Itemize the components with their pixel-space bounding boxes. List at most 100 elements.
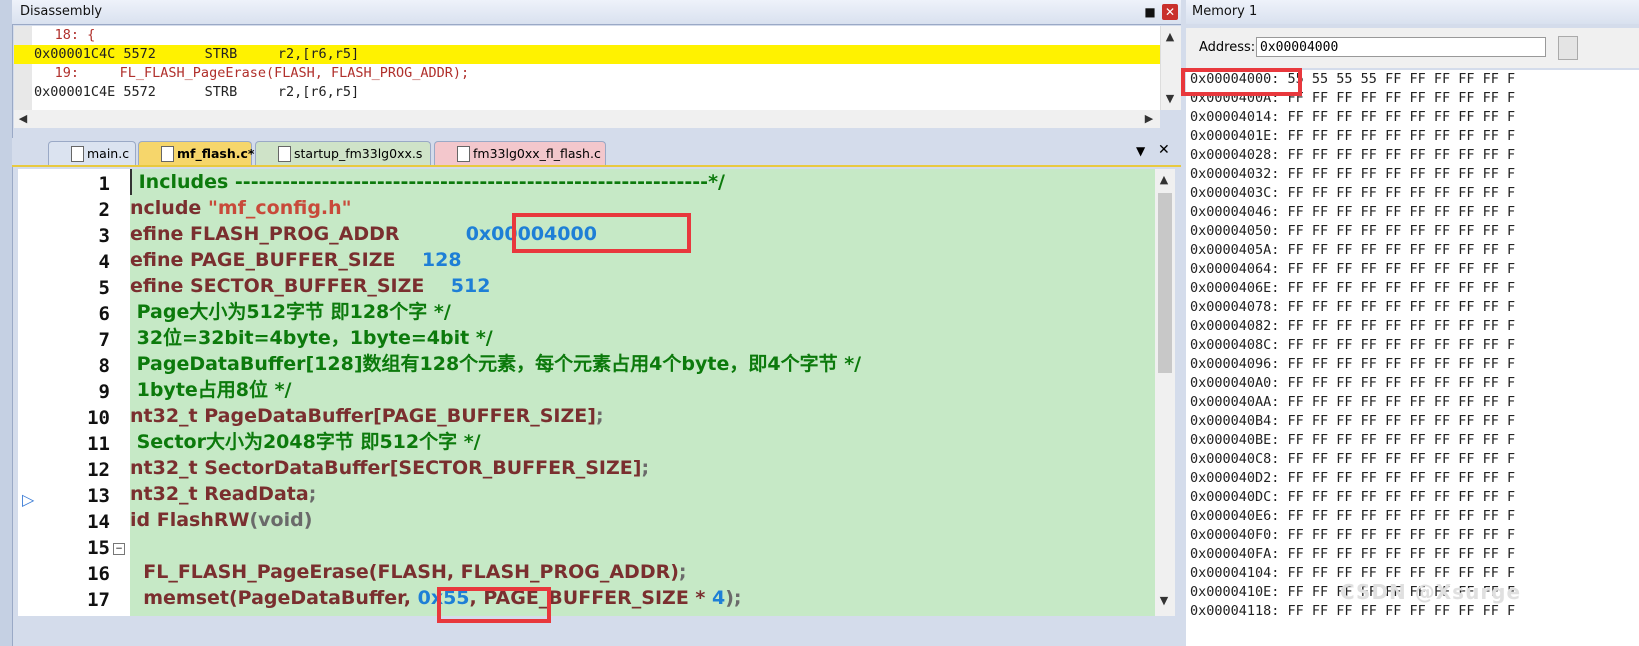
tab-main-c[interactable]: main.c xyxy=(48,141,136,165)
code-token: (void) xyxy=(249,509,313,531)
line-number: 9 xyxy=(98,381,110,403)
memory-row[interactable]: 0x000040D2: FF FF FF FF FF FF FF FF FF F xyxy=(1190,469,1515,488)
code-token: ; xyxy=(595,405,604,427)
editor-vertical-scrollbar[interactable]: ▲ ▼ xyxy=(1155,169,1175,616)
memory-row[interactable]: 0x000040F0: FF FF FF FF FF FF FF FF FF F xyxy=(1190,526,1515,545)
code-line-16[interactable]: FL_FLASH_PageErase(FLASH, FLASH_PROG_ADD… xyxy=(130,559,686,585)
memory-row[interactable]: 0x000040B4: FF FF FF FF FF FF FF FF FF F xyxy=(1190,412,1515,431)
memory-row[interactable]: 0x0000405A: FF FF FF FF FF FF FF FF FF F xyxy=(1190,241,1515,260)
current-line-marker-icon: ▷ xyxy=(22,490,35,509)
memory-row[interactable]: 0x000040BE: FF FF FF FF FF FF FF FF FF F xyxy=(1190,431,1515,450)
memory-row[interactable]: 0x00004096: FF FF FF FF FF FF FF FF FF F xyxy=(1190,355,1515,374)
scroll-down-icon[interactable]: ▼ xyxy=(1155,594,1173,607)
disassembly-source-line[interactable]: 18: { xyxy=(14,26,1160,45)
memory-view[interactable]: 0x00004000: 55 55 55 55 FF FF FF FF FF F… xyxy=(1186,70,1639,646)
memory-row[interactable]: 0x00004078: FF FF FF FF FF FF FF FF FF F xyxy=(1190,298,1515,317)
code-line-2[interactable]: nclude "mf_config.h" xyxy=(130,195,352,221)
memory-row[interactable]: 0x00004050: FF FF FF FF FF FF FF FF FF F xyxy=(1190,222,1515,241)
tab-close-icon[interactable]: ✕ xyxy=(1158,142,1170,158)
code-line-5[interactable]: efine SECTOR_BUFFER_SIZE 512 xyxy=(130,273,490,299)
annotation-box-fill-value xyxy=(437,587,551,623)
line-number: 4 xyxy=(98,251,110,273)
code-line-7[interactable]: 32位=32bit=4byte，1byte=4bit */ xyxy=(130,325,493,351)
line-number: 3 xyxy=(98,225,110,247)
line-number: 10 xyxy=(87,407,110,429)
scrollbar-thumb[interactable] xyxy=(1158,193,1172,373)
disassembly-asm-line[interactable]: 0x00001C4E 5572 STRB r2,[r6,r5] xyxy=(14,83,1160,102)
disassembly-source-line[interactable]: 19: FL_FLASH_PageErase(FLASH, FLASH_PROG… xyxy=(14,64,1160,83)
scroll-down-icon[interactable]: ▼ xyxy=(1161,92,1179,105)
memory-row[interactable]: 0x000040DC: FF FF FF FF FF FF FF FF FF F xyxy=(1190,488,1515,507)
code-token: ; xyxy=(641,457,650,479)
line-number: 14 xyxy=(87,511,110,533)
scroll-left-icon[interactable]: ◀ xyxy=(14,112,32,125)
disassembly-title-bar: Disassembly ■ ✕ xyxy=(12,0,1181,25)
code-token: ); xyxy=(725,587,742,609)
line-number: 6 xyxy=(98,303,110,325)
memory-row[interactable]: 0x00004028: FF FF FF FF FF FF FF FF FF F xyxy=(1190,146,1515,165)
code-token: "mf_config.h" xyxy=(207,197,352,219)
scroll-up-icon[interactable]: ▲ xyxy=(1155,173,1173,186)
address-input[interactable]: 0x00004000 xyxy=(1256,37,1546,57)
code-line-4[interactable]: efine PAGE_BUFFER_SIZE 128 xyxy=(130,247,462,273)
memory-title: Memory 1 xyxy=(1192,4,1258,19)
tab-dropdown-icon[interactable]: ▼ xyxy=(1136,144,1145,158)
tab-mf-flash-c[interactable]: mf_flash.c* xyxy=(138,141,255,165)
line-number: 7 xyxy=(98,329,110,351)
code-line-8[interactable]: PageDataBuffer[128]数组有128个元素，每个元素占用4个byt… xyxy=(130,351,861,377)
address-go-button[interactable] xyxy=(1558,36,1578,60)
code-token: FL_FLASH_PageErase(FLASH, FLASH_PROG_ADD… xyxy=(130,561,679,583)
memory-row[interactable]: 0x000040C8: FF FF FF FF FF FF FF FF FF F xyxy=(1190,450,1515,469)
memory-row[interactable]: 0x000040FA: FF FF FF FF FF FF FF FF FF F xyxy=(1190,545,1515,564)
disassembly-horizontal-scrollbar[interactable]: ◀ ▶ xyxy=(14,110,1160,128)
tab-label: fm33lg0xx_fl_flash.c xyxy=(473,146,601,161)
code-line-1[interactable]: Includes -------------------------------… xyxy=(130,169,1152,195)
file-icon xyxy=(457,146,470,162)
code-token: 128 xyxy=(421,249,462,271)
memory-row[interactable]: 0x0000403C: FF FF FF FF FF FF FF FF FF F xyxy=(1190,184,1515,203)
fold-toggle-icon[interactable]: − xyxy=(113,543,125,555)
watermark: CSDN @Xsurge xyxy=(1340,580,1522,604)
code-token: nt32_t ReadData xyxy=(130,483,309,505)
code-token: efine PAGE_BUFFER_SIZE xyxy=(130,249,422,271)
scroll-up-icon[interactable]: ▲ xyxy=(1161,30,1179,43)
disassembly-vertical-scrollbar[interactable]: ▲ ▼ xyxy=(1160,26,1181,110)
memory-row[interactable]: 0x000040E6: FF FF FF FF FF FF FF FF FF F xyxy=(1190,507,1515,526)
memory-row[interactable]: 0x0000401E: FF FF FF FF FF FF FF FF FF F xyxy=(1190,127,1515,146)
disassembly-close-icon[interactable]: ✕ xyxy=(1162,4,1178,20)
code-line-9[interactable]: 1byte占用8位 */ xyxy=(130,377,292,403)
tab-label: mf_flash.c* xyxy=(177,146,255,161)
memory-row[interactable]: 0x000040A0: FF FF FF FF FF FF FF FF FF F xyxy=(1190,374,1515,393)
memory-row[interactable]: 0x0000408C: FF FF FF FF FF FF FF FF FF F xyxy=(1190,336,1515,355)
code-line-10[interactable]: nt32_t PageDataBuffer[PAGE_BUFFER_SIZE]; xyxy=(130,403,604,429)
code-line-13[interactable]: nt32_t ReadData; xyxy=(130,481,316,507)
file-icon xyxy=(161,146,174,162)
code-token: 4 xyxy=(711,587,726,609)
memory-row[interactable]: 0x00004014: FF FF FF FF FF FF FF FF FF F xyxy=(1190,108,1515,127)
code-token: ; xyxy=(308,483,317,505)
code-line-14[interactable]: id FlashRW(void) xyxy=(130,507,312,533)
disassembly-current-line[interactable]: 0x00001C4C 5572 STRB r2,[r6,r5] xyxy=(14,45,1160,64)
tab-fm33lg0xx-fl-flash-c[interactable]: fm33lg0xx_fl_flash.c xyxy=(434,141,606,165)
line-number: 17 xyxy=(87,589,110,611)
memory-row[interactable]: 0x00004046: FF FF FF FF FF FF FF FF FF F xyxy=(1190,203,1515,222)
code-line-17[interactable]: memset(PageDataBuffer, 0x55, PAGE_BUFFER… xyxy=(130,585,742,611)
disassembly-view[interactable]: 18: { 0x00001C4C 5572 STRB r2,[r6,r5] 19… xyxy=(14,26,1160,110)
code-line-12[interactable]: nt32_t SectorDataBuffer[SECTOR_BUFFER_SI… xyxy=(130,455,649,481)
memory-row[interactable]: 0x000040AA: FF FF FF FF FF FF FF FF FF F xyxy=(1190,393,1515,412)
line-number: 5 xyxy=(98,277,110,299)
code-line-11[interactable]: Sector大小为2048字节 即512个字 */ xyxy=(130,429,481,455)
pin-icon[interactable]: ■ xyxy=(1142,4,1158,20)
memory-row[interactable]: 0x00004064: FF FF FF FF FF FF FF FF FF F xyxy=(1190,260,1515,279)
line-number: 15 xyxy=(87,537,110,559)
memory-row[interactable]: 0x0000406E: FF FF FF FF FF FF FF FF FF F xyxy=(1190,279,1515,298)
memory-row[interactable]: 0x00004118: FF FF FF FF FF FF FF FF FF F xyxy=(1190,602,1515,621)
editor-tab-bar: main.c mf_flash.c* startup_fm33lg0xx.s f… xyxy=(12,138,1181,167)
code-token: efine FLASH_PROG_ADDR xyxy=(130,223,466,245)
scroll-right-icon[interactable]: ▶ xyxy=(1140,112,1158,125)
code-line-6[interactable]: Page大小为512字节 即128个字 */ xyxy=(130,299,451,325)
memory-row[interactable]: 0x00004082: FF FF FF FF FF FF FF FF FF F xyxy=(1190,317,1515,336)
memory-row[interactable]: 0x00004032: FF FF FF FF FF FF FF FF FF F xyxy=(1190,165,1515,184)
tab-startup-fm33lg0xx-s[interactable]: startup_fm33lg0xx.s xyxy=(255,141,431,165)
line-number: 12 xyxy=(87,459,110,481)
